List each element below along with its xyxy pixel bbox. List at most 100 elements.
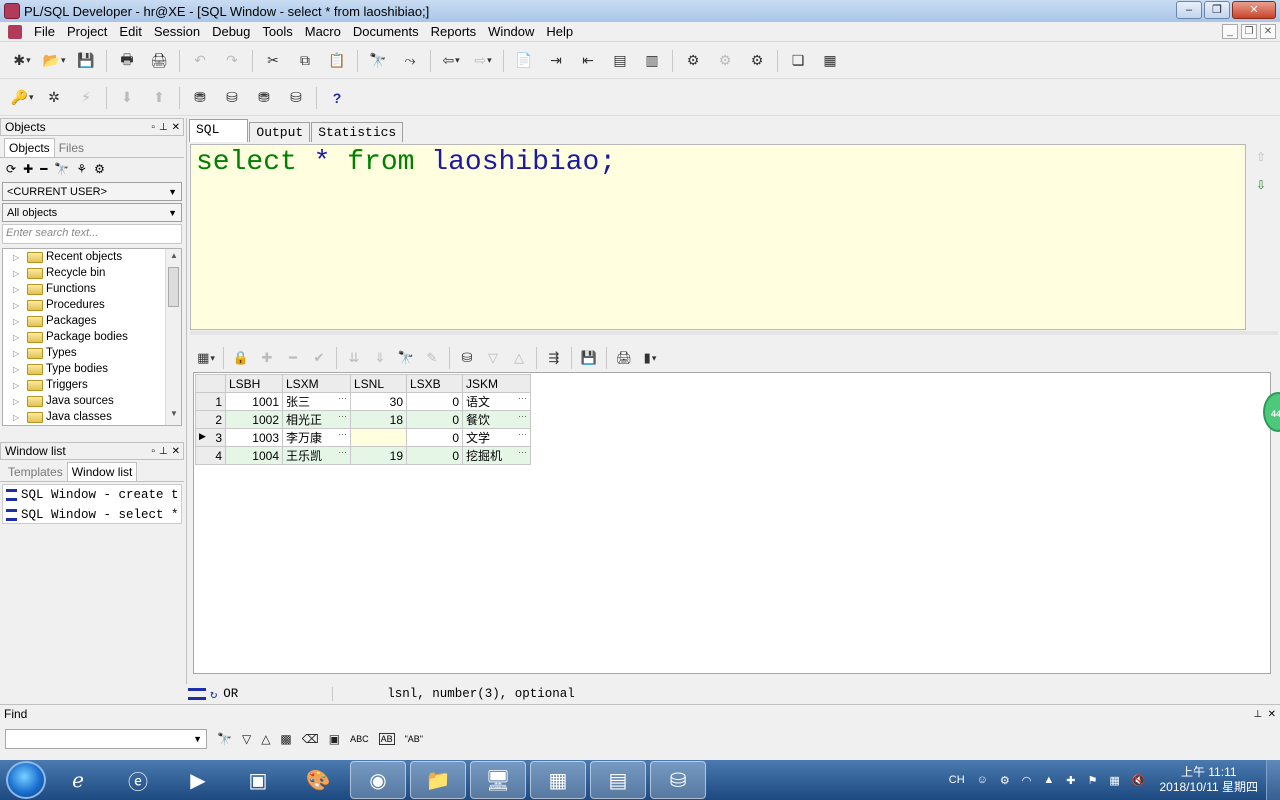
print-icon[interactable]: 🖶 <box>116 50 138 72</box>
delete-record-icon[interactable]: ━ <box>284 347 302 369</box>
refresh-icon[interactable]: ⟳ <box>6 162 16 176</box>
fetch-last-icon[interactable]: ⇓ <box>371 347 389 369</box>
key-icon[interactable]: 🔑 <box>11 87 33 109</box>
maximize-button[interactable]: ❐ <box>1204 1 1230 19</box>
tab-templates[interactable]: Templates <box>4 463 67 481</box>
column-header-lsxb[interactable]: LSXB <box>406 374 463 393</box>
run-icon[interactable]: ⚙ <box>714 50 736 72</box>
doc-icon[interactable]: 📄 <box>513 50 535 72</box>
remove-icon[interactable]: ━ <box>40 162 47 176</box>
whole-word-toggle[interactable]: AB <box>378 733 395 745</box>
copy-icon[interactable]: ⧉ <box>294 50 316 72</box>
explorer-icon[interactable]: 📁 <box>410 761 466 799</box>
tree-item[interactable]: ▷ Functions <box>3 281 181 297</box>
ime-settings-icon[interactable]: ⚙ <box>1000 774 1010 787</box>
save-icon[interactable]: 💾 <box>75 50 97 72</box>
tree-item[interactable]: ▷ Procedures <box>3 297 181 313</box>
tree-item[interactable]: ▷ Recent objects <box>3 249 181 265</box>
debug-icon[interactable]: ⚙ <box>746 50 768 72</box>
menu-project[interactable]: Project <box>61 24 113 39</box>
object-filter-select[interactable]: All objects ▼ <box>2 203 182 222</box>
find-next-icon[interactable]: ▽ <box>242 732 251 746</box>
tree-item[interactable]: ▷ Triggers <box>3 377 181 393</box>
open-folder-icon[interactable]: 📂 <box>43 50 65 72</box>
execute-gear-icon[interactable]: ✲ <box>43 87 65 109</box>
tree-item[interactable]: ▷ Type bodies <box>3 361 181 377</box>
start-button[interactable] <box>6 761 46 799</box>
tree-item[interactable]: ▷ Packages <box>3 313 181 329</box>
find-close-icon[interactable]: ✕ <box>1268 709 1276 720</box>
add-icon[interactable]: ✚ <box>23 162 33 176</box>
windows-icon[interactable]: ❏ <box>787 50 809 72</box>
commit-icon[interactable]: ⬇ <box>116 87 138 109</box>
grid-corner[interactable] <box>195 374 226 393</box>
grid-view-icon[interactable]: ▦ <box>197 347 215 369</box>
redo-icon[interactable]: ↷ <box>221 50 243 72</box>
sort-asc-icon[interactable]: △ <box>510 347 528 369</box>
clock[interactable]: 上午 11:11 2018/10/11 星期四 <box>1159 765 1258 795</box>
window-list-item[interactable]: SQL Window - create t <box>3 485 181 505</box>
mdi-restore-button[interactable]: ❐ <box>1241 24 1257 39</box>
db-icon[interactable]: ⛃ <box>189 87 211 109</box>
table-row[interactable]: 4 1004 王乐凯 ··· 19 0 挖掘机 ··· <box>195 446 531 465</box>
document-icon[interactable] <box>8 24 22 39</box>
fetch-next-icon[interactable]: ⇊ <box>345 347 363 369</box>
lock-icon[interactable]: 🔒 <box>232 347 250 369</box>
sort-desc-icon[interactable]: ▽ <box>484 347 502 369</box>
panel-close-icon[interactable]: ✕ <box>172 122 180 133</box>
sql-editor[interactable]: select * from laoshibiao; <box>190 144 1246 330</box>
ime-indicator[interactable]: CH <box>949 774 965 786</box>
panel-menu-icon[interactable]: ▫ <box>151 446 155 457</box>
db-run-icon[interactable]: ⛃ <box>253 87 275 109</box>
compile-icon[interactable]: ⚙ <box>682 50 704 72</box>
tab-output[interactable]: Output <box>249 122 311 142</box>
new-icon[interactable]: ✱ <box>11 50 33 72</box>
plsql-developer-icon[interactable]: ⛁ <box>650 761 706 799</box>
tab-sql[interactable]: SQL <box>189 119 249 142</box>
minimize-button[interactable]: – <box>1176 1 1202 19</box>
insert-record-icon[interactable]: ✚ <box>258 347 276 369</box>
network-app-icon[interactable]: ▦ <box>530 761 586 799</box>
table-row[interactable]: 1 1001 张三 ··· 30 0 语文 ··· <box>195 392 531 411</box>
table-row[interactable]: 2 1002 相光正 ··· 18 0 餐饮 ··· <box>195 410 531 429</box>
help-icon[interactable]: ? <box>326 87 348 109</box>
mdi-minimize-button[interactable]: _ <box>1222 24 1238 39</box>
print-preview-icon[interactable]: 🖨 <box>148 50 170 72</box>
post-changes-icon[interactable]: ✔ <box>310 347 328 369</box>
object-search-input[interactable]: Enter search text... <box>2 224 182 244</box>
print-results-icon[interactable]: 🖨 <box>615 347 633 369</box>
find-input[interactable]: ▼ <box>5 729 207 749</box>
panel-close-icon[interactable]: ✕ <box>172 446 180 457</box>
tree-item[interactable]: ▷ Java classes <box>3 409 181 425</box>
menu-reports[interactable]: Reports <box>425 24 483 39</box>
sql-db-icon[interactable]: ⛁ <box>221 87 243 109</box>
menu-debug[interactable]: Debug <box>206 24 256 39</box>
panel-menu-icon[interactable]: ▫ <box>151 122 155 133</box>
highlight-icon[interactable]: ▩ <box>280 732 291 746</box>
flag-icon[interactable]: ⚑ <box>1088 774 1098 787</box>
find-icon[interactable]: 🔭 <box>367 50 389 72</box>
splitter[interactable] <box>190 331 1278 335</box>
tree-item[interactable]: ▷ Recycle bin <box>3 265 181 281</box>
window-list-item[interactable]: SQL Window - select * <box>3 505 181 523</box>
column-header-lsbh[interactable]: LSBH <box>225 374 283 393</box>
tray-expand-icon[interactable]: ▲ <box>1043 774 1054 786</box>
menu-edit[interactable]: Edit <box>113 24 147 39</box>
media-player-icon[interactable]: ▶ <box>170 761 226 799</box>
chrome-icon[interactable]: ◉ <box>350 761 406 799</box>
user-select[interactable]: <CURRENT USER> ▼ <box>2 182 182 201</box>
show-desktop-button[interactable] <box>1266 760 1280 800</box>
tree-scrollbar[interactable]: ▲ ▼ <box>165 249 181 425</box>
clear-icon[interactable]: ✎ <box>423 347 441 369</box>
pin-icon[interactable]: ⊥ <box>159 446 168 457</box>
menu-help[interactable]: Help <box>540 24 579 39</box>
network-icon[interactable]: ▦ <box>1109 774 1119 787</box>
tab-objects[interactable]: Objects <box>4 138 55 157</box>
cut-icon[interactable]: ✂ <box>262 50 284 72</box>
eraser-icon[interactable]: ⌫ <box>302 732 319 746</box>
menu-macro[interactable]: Macro <box>299 24 347 39</box>
break-icon[interactable]: ⚡ <box>75 87 97 109</box>
column-header-jskm[interactable]: JSKM <box>462 374 531 393</box>
pin-icon[interactable]: ⊥ <box>1253 709 1262 720</box>
chart-icon[interactable]: ▮ <box>641 347 659 369</box>
